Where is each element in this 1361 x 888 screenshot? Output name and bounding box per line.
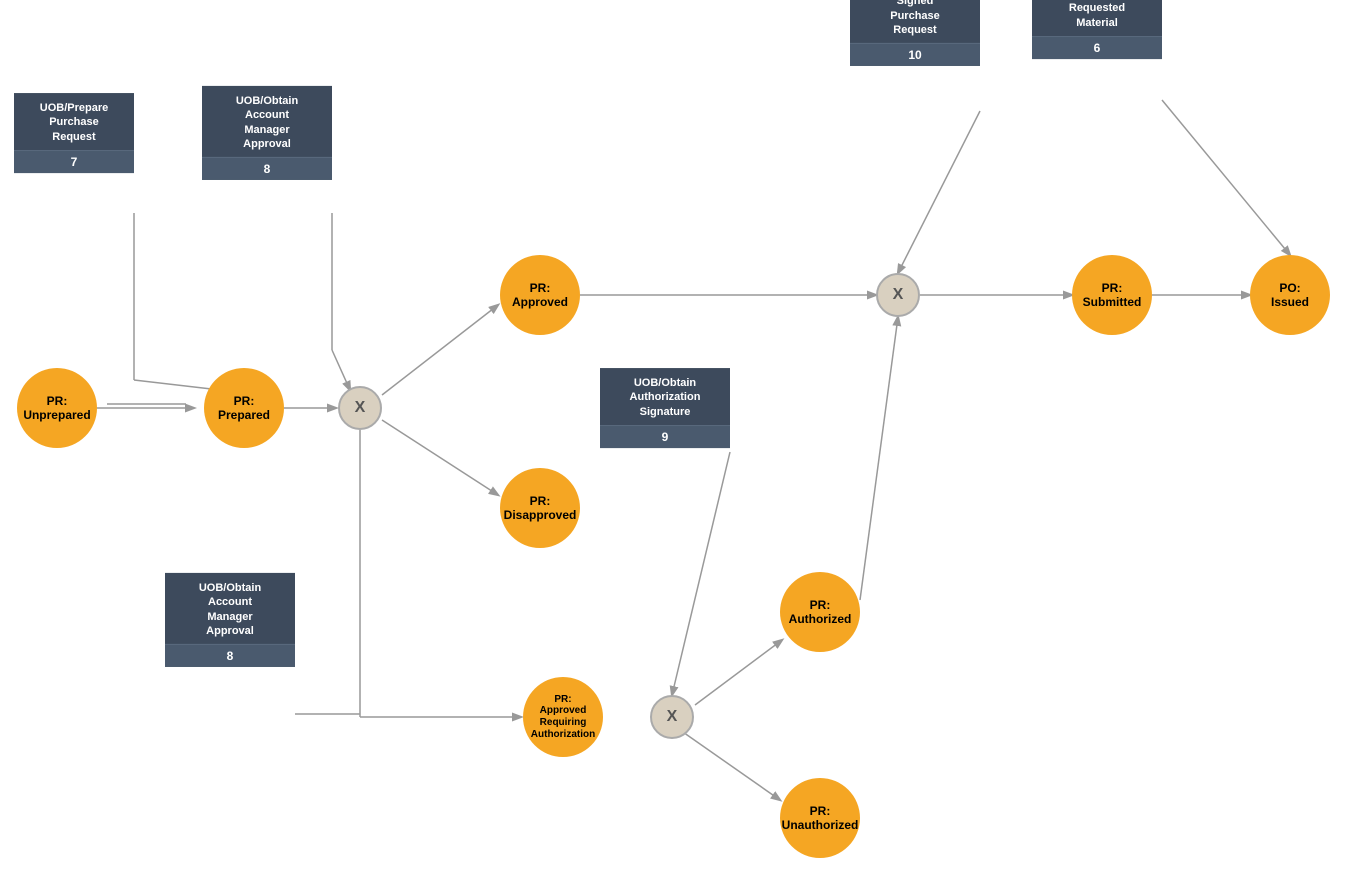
task-title: UOB/ObtainAuthorizationSignature (600, 368, 730, 425)
workflow-diagram: UOB/PreparePurchaseRequest 7 UOB/ObtainA… (0, 0, 1361, 888)
state-pr-disapproved: PR: Disapproved (500, 468, 580, 548)
task-title: UOB/ObtainAccountManagerApproval (165, 573, 295, 644)
state-label-top: PR: (234, 394, 255, 408)
state-label-top: PR: (554, 694, 571, 705)
state-label-bottom: Prepared (218, 408, 270, 422)
state-label-top: PR: (1102, 281, 1123, 295)
gateway-2: X (876, 273, 920, 317)
gateway-1: X (338, 386, 382, 430)
task-title: UOB/OrderRequestedMaterial (1032, 0, 1162, 36)
state-pr-unauthorized: PR: Unauthorized (780, 778, 860, 858)
state-pr-unprepared: PR: Unprepared (17, 368, 97, 448)
state-po-issued: PO: Issued (1250, 255, 1330, 335)
state-label-top: PR: (530, 281, 551, 295)
gateway-symbol: X (667, 708, 678, 726)
state-pr-approved-requiring-authorization: PR: ApprovedRequiringAuthorization (523, 677, 603, 757)
state-label-bottom: Unprepared (23, 408, 90, 422)
task-obtain-account-manager-approval-1: UOB/ObtainAccountManagerApproval 8 (202, 86, 332, 180)
task-prepare-purchase-request: UOB/PreparePurchaseRequest 7 (14, 93, 134, 173)
task-obtain-authorization-signature: UOB/ObtainAuthorizationSignature 9 (600, 368, 730, 448)
task-number: 6 (1032, 36, 1162, 59)
gateway-3: X (650, 695, 694, 739)
state-pr-authorized: PR: Authorized (780, 572, 860, 652)
task-title: UOB/PreparePurchaseRequest (14, 93, 134, 150)
task-submit-signed-purchase-request: UOB/SubmitSignedPurchaseRequest 10 (850, 0, 980, 66)
gateway-symbol: X (893, 286, 904, 304)
state-label-top: PR: (810, 598, 831, 612)
state-label-top: PR: (810, 804, 831, 818)
state-label-top: PR: (47, 394, 68, 408)
state-label-bottom: Unauthorized (782, 818, 859, 832)
state-label-bottom: Authorized (789, 612, 852, 626)
task-order-requested-material: UOB/OrderRequestedMaterial 6 (1032, 0, 1162, 59)
state-label-bottom: Submitted (1083, 295, 1142, 309)
task-obtain-account-manager-approval-2: UOB/ObtainAccountManagerApproval 8 (165, 573, 295, 667)
task-number: 7 (14, 150, 134, 173)
task-title: UOB/SubmitSignedPurchaseRequest (850, 0, 980, 43)
state-label-bottom: Approved (512, 295, 568, 309)
state-pr-submitted: PR: Submitted (1072, 255, 1152, 335)
state-label-top: PO: (1279, 281, 1300, 295)
state-label-bottom: Disapproved (504, 508, 577, 522)
state-pr-approved: PR: Approved (500, 255, 580, 335)
task-number: 8 (202, 157, 332, 180)
task-number: 9 (600, 425, 730, 448)
gateway-symbol: X (355, 399, 366, 417)
state-label-bottom: ApprovedRequiringAuthorization (531, 705, 595, 741)
state-pr-prepared: PR: Prepared (204, 368, 284, 448)
task-number: 8 (165, 644, 295, 667)
state-label-bottom: Issued (1271, 295, 1309, 309)
state-label-top: PR: (530, 494, 551, 508)
task-title: UOB/ObtainAccountManagerApproval (202, 86, 332, 157)
task-number: 10 (850, 43, 980, 66)
